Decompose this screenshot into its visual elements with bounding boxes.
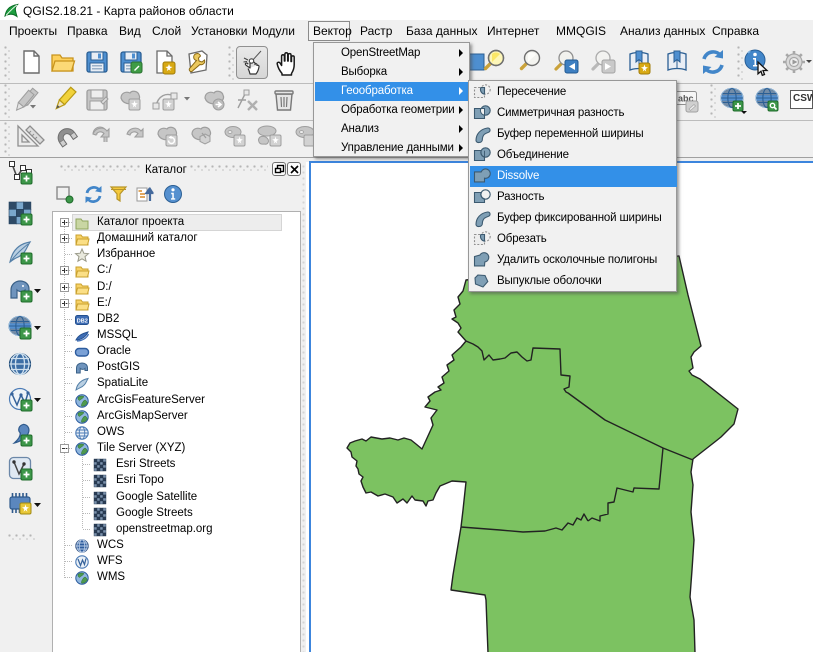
svg-text:DB2: DB2: [77, 319, 88, 325]
